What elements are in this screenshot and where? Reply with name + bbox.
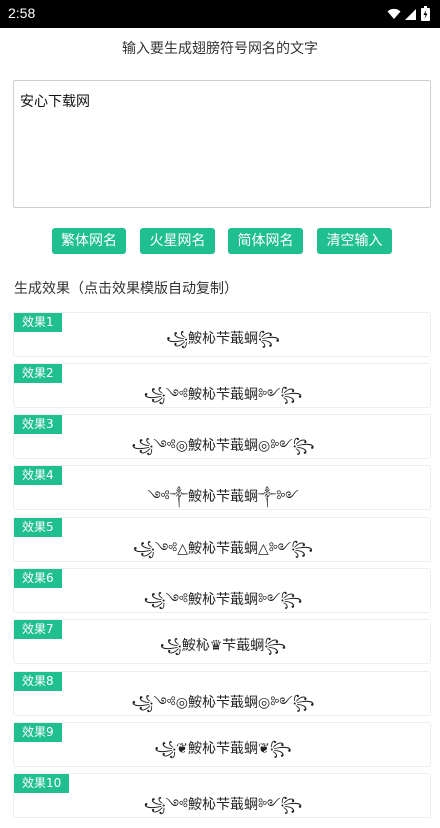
status-icons: [387, 6, 430, 21]
wifi-icon: [387, 8, 401, 19]
page-heading: 输入要生成翅膀符号网名的文字: [122, 41, 318, 57]
simplified-name-button[interactable]: 简体网名: [228, 228, 303, 254]
clear-input-button[interactable]: 清空输入: [317, 228, 392, 254]
section-label: 生成效果（点击效果模版自动复制）: [14, 281, 238, 297]
battery-icon: [421, 6, 430, 21]
result-text: ꧁鮟杺♛芐蕺蛧꧂: [159, 638, 287, 654]
result-card[interactable]: 效果2 ꧁༺鮟杺芐蕺蛧༻꧂: [13, 363, 431, 408]
signal-icon: [405, 8, 416, 20]
result-card[interactable]: 效果1 ꧁鮟杺芐蕺蛧꧂: [13, 312, 431, 357]
button-row: 繁体网名 火星网名 简体网名 清空输入: [0, 228, 440, 254]
result-card[interactable]: 效果6 ꧁༺鮟杺芐蕺蛧༻꧂: [13, 568, 431, 613]
result-card[interactable]: 效果9 ꧁❦鮟杺芐蕺蛧❦꧂: [13, 722, 431, 767]
result-card[interactable]: 效果7 ꧁鮟杺♛芐蕺蛧꧂: [13, 619, 431, 664]
name-input[interactable]: 安心下载网: [13, 80, 431, 208]
result-card[interactable]: 效果3 ꧁༺◎鮟杺芐蕺蛧◎༻꧂: [13, 414, 431, 459]
martian-name-button[interactable]: 火星网名: [140, 228, 215, 254]
traditional-name-button[interactable]: 繁体网名: [52, 228, 126, 254]
result-text: ꧁❦鮟杺芐蕺蛧❦꧂: [154, 741, 292, 757]
result-card[interactable]: 效果5 ꧁༺△鮟杺芐蕺蛧△༻꧂: [13, 517, 431, 562]
result-card[interactable]: 效果4 ༺༒鮟杺芐蕺蛧༒༻: [13, 465, 431, 510]
result-text: ꧁鮟杺芐蕺蛧꧂: [166, 331, 280, 347]
result-text: ꧁༺鮟杺芐蕺蛧༻꧂: [143, 797, 303, 813]
status-time: 2:58: [8, 5, 36, 21]
result-text: ꧁༺鮟杺芐蕺蛧༻꧂: [143, 387, 303, 403]
result-card[interactable]: 效果8 ꧁༺◎鮟杺芐蕺蛧◎༻꧂: [13, 671, 431, 716]
result-text: ꧁༺◎鮟杺芐蕺蛧◎༻꧂: [131, 695, 315, 711]
status-bar: 2:58: [0, 0, 440, 28]
result-text: ༺༒鮟杺芐蕺蛧༒༻: [147, 489, 299, 505]
result-text: ꧁༺鮟杺芐蕺蛧༻꧂: [143, 592, 303, 608]
result-text: ꧁༺◎鮟杺芐蕺蛧◎༻꧂: [131, 438, 315, 454]
result-card[interactable]: 效果10 ꧁༺鮟杺芐蕺蛧༻꧂: [13, 773, 431, 818]
result-text: ꧁༺△鮟杺芐蕺蛧△༻꧂: [132, 541, 314, 557]
